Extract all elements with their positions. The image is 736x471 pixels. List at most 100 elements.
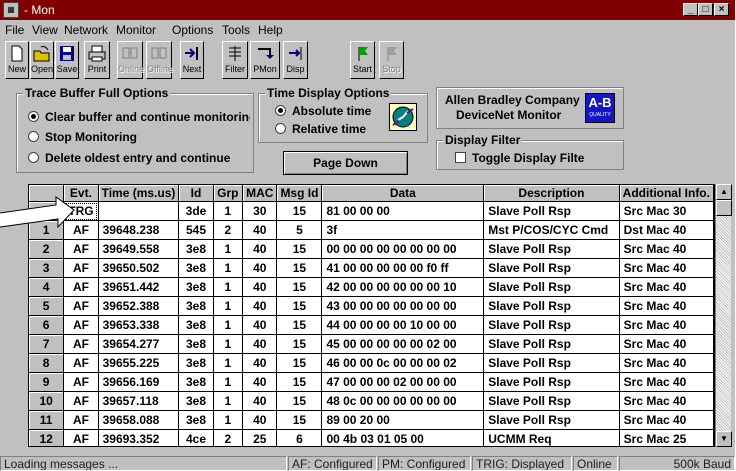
display-icon [288, 47, 301, 60]
table-cell: 15 [276, 258, 323, 278]
open-folder-icon [33, 45, 50, 62]
table-cell: 25 [242, 429, 278, 446]
scroll-up-button[interactable]: ▲ [716, 184, 732, 200]
trace-option-stop[interactable]: Stop Monitoring [28, 130, 137, 144]
maximize-button[interactable]: □ [698, 3, 713, 16]
table-row[interactable]: 5 AF 39652.388 3e8 1 40 15 43 00 00 00 00 00 00… [29, 296, 714, 316]
table-cell: 3e8 [178, 315, 214, 335]
time-option-absolute[interactable]: Absolute time [275, 104, 371, 118]
new-button[interactable]: New [5, 41, 29, 79]
column-header-7[interactable]: Data [321, 185, 485, 202]
message-table: Evt. Time (ms.us) Id Grp MAC Msg Id Data Descri… [28, 184, 715, 447]
close-button[interactable]: × [714, 3, 729, 16]
table-cell: AF [63, 410, 99, 430]
offline-button[interactable]: Offline [146, 41, 173, 79]
table-cell: AF [63, 391, 99, 411]
table-row[interactable]: 10 AF 39657.118 3e8 1 40 15 48 0c 00 00 00 00 0… [29, 391, 714, 411]
table-cell: AF [63, 315, 99, 335]
print-label: Print [87, 64, 107, 74]
save-button[interactable]: Save [55, 41, 79, 79]
radio-selected-icon[interactable] [28, 111, 39, 122]
menu-options[interactable]: Options [172, 23, 213, 37]
table-row[interactable]: 4 AF 39651.442 3e8 1 40 15 42 00 00 00 00 00 00… [29, 277, 714, 297]
display-filter-title: Display Filter [443, 133, 523, 147]
vertical-scrollbar[interactable]: ▲ ▼ [715, 184, 732, 447]
clock-display-icon[interactable] [389, 103, 417, 131]
table-cell: 89 00 20 00 [321, 410, 485, 430]
table-cell: 3e8 [178, 410, 214, 430]
disp-button[interactable]: Disp [283, 41, 308, 79]
radio-selected-icon[interactable] [275, 105, 286, 116]
print-button[interactable]: Print [84, 41, 110, 79]
table-cell: AF [63, 429, 99, 446]
menu-view[interactable]: View [32, 23, 58, 37]
column-header-3[interactable]: Id [178, 185, 214, 202]
table-row[interactable]: 8 AF 39655.225 3e8 1 40 15 46 00 00 0c 00 00 00… [29, 353, 714, 373]
next-button[interactable]: Next [180, 41, 204, 79]
table-cell: Src Mac 40 [619, 372, 714, 392]
scroll-down-button[interactable]: ▼ [716, 431, 732, 447]
radio-icon[interactable] [28, 152, 39, 163]
table-cell: Slave Poll Rsp [483, 239, 620, 259]
table-cell: 1 [213, 315, 244, 335]
table-cell: AF [63, 353, 99, 373]
table-cell: 39653.338 [98, 315, 180, 335]
pmon-button[interactable]: PMon [250, 41, 280, 79]
trace-option-clear[interactable]: Clear buffer and continue monitoring [28, 110, 250, 124]
filter-button[interactable]: Filter [222, 41, 248, 79]
trace-option-clear-label: Clear buffer and continue monitoring [45, 110, 250, 124]
table-row[interactable]: TRG 3de 1 30 15 81 00 00 00 Slave Poll Rsp Src … [29, 201, 714, 221]
time-option-relative[interactable]: Relative time [275, 122, 366, 136]
menu-help[interactable]: Help [258, 23, 283, 37]
table-cell: 15 [276, 315, 323, 335]
table-cell: 39654.277 [98, 334, 180, 354]
menu-monitor[interactable]: Monitor [116, 23, 156, 37]
table-row[interactable]: 12 AF 39693.352 4ce 2 25 6 00 4b 03 01 05 00 UCM… [29, 429, 714, 446]
page-down-button[interactable]: Page Down [283, 151, 408, 175]
column-header-2[interactable]: Time (ms.us) [98, 185, 180, 202]
status-af: AF: Configured [288, 456, 377, 471]
title-bar[interactable]: ▦ - Mon _ □ × [0, 0, 735, 20]
table-row[interactable]: 9 AF 39656.169 3e8 1 40 15 47 00 00 00 02 00 00… [29, 372, 714, 392]
menu-tools[interactable]: Tools [222, 23, 250, 37]
stop-button[interactable]: Stop [379, 41, 404, 79]
table-header-row: Evt. Time (ms.us) Id Grp MAC Msg Id Data Descri… [29, 185, 714, 202]
column-header-6[interactable]: Msg Id [276, 185, 323, 202]
toggle-display-filter[interactable]: Toggle Display Filte [455, 151, 619, 165]
start-button[interactable]: Start [350, 41, 375, 79]
open-button[interactable]: Open [30, 41, 54, 79]
table-row[interactable]: 11 AF 39658.088 3e8 1 40 15 89 00 20 00 Slave Po… [29, 410, 714, 430]
trace-buffer-title: Trace Buffer Full Options [23, 86, 171, 100]
menu-file[interactable]: File [5, 23, 24, 37]
minimize-button[interactable]: _ [683, 3, 698, 16]
start-flag-icon [358, 47, 368, 61]
table-cell: 39648.238 [98, 220, 180, 240]
row-number: 4 [29, 277, 65, 297]
table-row[interactable]: 2 AF 39649.558 3e8 1 40 15 00 00 00 00 00 00 00… [29, 239, 714, 259]
column-header-9[interactable]: Additional Info. [619, 185, 714, 202]
online-button[interactable]: Online [117, 41, 144, 79]
table-cell: Slave Poll Rsp [483, 391, 620, 411]
table-cell: AF [63, 277, 99, 297]
scroll-thumb[interactable] [716, 200, 732, 216]
table-row[interactable]: 6 AF 39653.338 3e8 1 40 15 44 00 00 00 00 10 00… [29, 315, 714, 335]
table-row[interactable]: 1 AF 39648.238 545 2 40 5 3f Mst P/COS/CYC Cmd Ds… [29, 220, 714, 240]
menu-network[interactable]: Network [64, 23, 108, 37]
table-row[interactable]: 7 AF 39654.277 3e8 1 40 15 45 00 00 00 00 00 02… [29, 334, 714, 354]
checkbox-icon[interactable] [455, 152, 466, 163]
table-cell: Src Mac 40 [619, 315, 714, 335]
company-box: Allen Bradley Company DeviceNet Monitor … [436, 87, 624, 129]
table-cell: 3e8 [178, 258, 214, 278]
column-header-5[interactable]: MAC [242, 185, 278, 202]
table-cell: 3e8 [178, 334, 214, 354]
radio-icon[interactable] [275, 123, 286, 134]
table-cell: Slave Poll Rsp [483, 277, 620, 297]
row-number: 8 [29, 353, 65, 373]
table-row[interactable]: 3 AF 39650.502 3e8 1 40 15 41 00 00 00 00 00 f0… [29, 258, 714, 278]
table-cell: 3f [321, 220, 485, 240]
column-header-8[interactable]: Description [483, 185, 620, 202]
trace-option-delete[interactable]: Delete oldest entry and continue [28, 151, 230, 165]
radio-icon[interactable] [28, 131, 39, 142]
app-icon[interactable]: ▦ [3, 2, 19, 18]
column-header-4[interactable]: Grp [213, 185, 244, 202]
